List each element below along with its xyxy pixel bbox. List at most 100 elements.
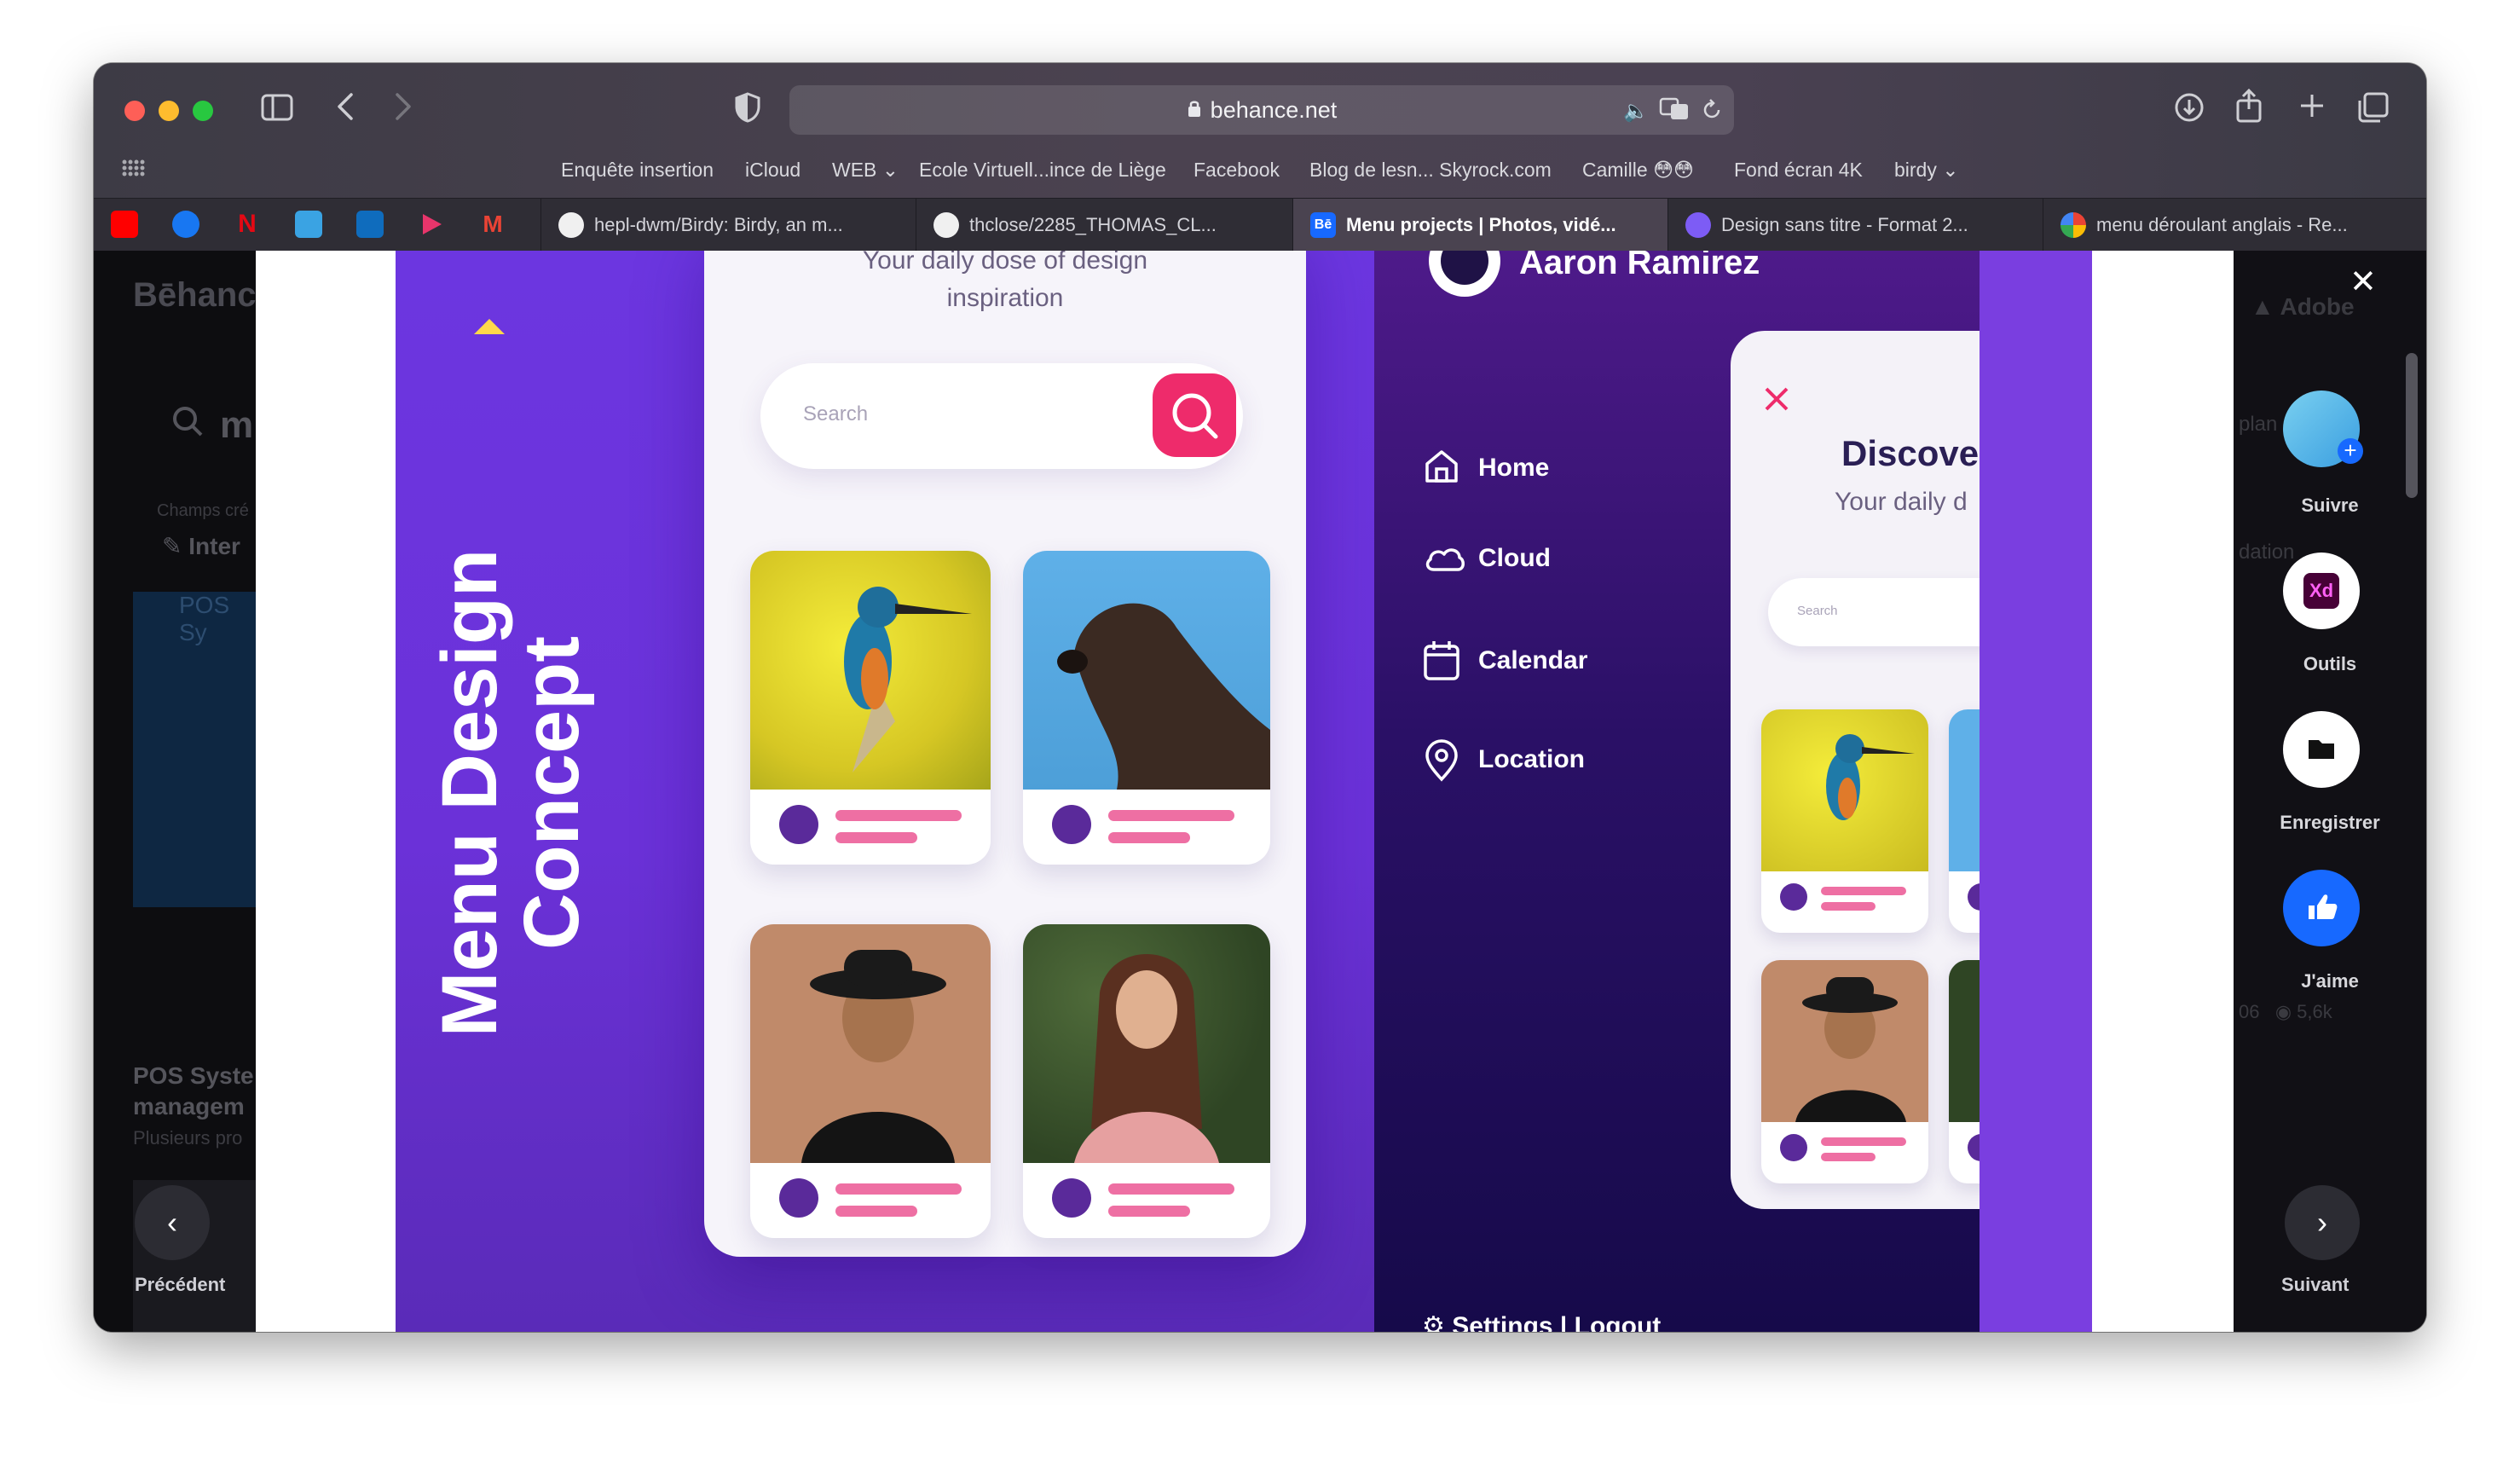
github-icon [558, 212, 584, 238]
man-illustration [801, 950, 955, 1163]
behance-icon: Bē [1310, 212, 1336, 238]
user-avatar [1429, 251, 1500, 297]
pinned-app-icon[interactable] [295, 211, 322, 238]
plus-icon: + [2338, 438, 2363, 464]
photo-card-small [1761, 709, 1928, 933]
project-title[interactable]: POS Syste managem [133, 1061, 261, 1122]
background-text-partial: dation [2239, 541, 2295, 564]
text-line-placeholder [1108, 832, 1190, 843]
adobe-text: Adobe [2280, 293, 2355, 320]
photo-card [750, 551, 991, 865]
address-bar[interactable]: behance.net 🔈 [789, 85, 1734, 135]
share-icon[interactable] [2235, 88, 2263, 128]
text-line-placeholder [835, 832, 917, 843]
browser-tab[interactable]: hepl-dwm/Birdy: Birdy, an m... [540, 199, 916, 252]
discover-title: Discove [1841, 433, 1980, 473]
zoom-window-button[interactable] [193, 101, 213, 121]
apps-grid-icon[interactable] [121, 159, 145, 187]
browser-tab[interactable]: thclose/2285_THOMAS_CL... [916, 199, 1293, 252]
man-illustration [1795, 977, 1906, 1122]
minimize-window-button[interactable] [159, 101, 179, 121]
tools-button[interactable]: Xd [2283, 553, 2360, 629]
sidebar-toggle-icon[interactable] [261, 94, 293, 126]
discover-search-placeholder: Search [1797, 604, 1838, 618]
woman-portrait-photo [1023, 924, 1270, 1163]
bookmark-item[interactable]: iCloud [745, 159, 801, 182]
close-modal-button[interactable]: ✕ [2349, 263, 2377, 301]
close-window-button[interactable] [124, 101, 145, 121]
settings-logout: ⚙ Settings | Logout [1422, 1311, 1661, 1332]
bookmark-item[interactable]: Ecole Virtuell...ince de Liège [919, 159, 1166, 182]
browser-tab[interactable]: menu déroulant anglais - Re... [2043, 199, 2426, 252]
avatar-dot [1780, 883, 1807, 911]
bookmark-item[interactable]: Facebook [1194, 159, 1280, 182]
photo-card [1023, 551, 1270, 865]
phone-mockup-search: Your daily dose of design inspiration Se… [704, 251, 1306, 1257]
gmail-icon[interactable]: M [479, 211, 506, 238]
forward-icon[interactable] [394, 92, 413, 126]
youtube-icon[interactable] [111, 211, 138, 238]
save-button[interactable] [2283, 711, 2360, 788]
facebook-icon[interactable] [172, 211, 199, 238]
address-text: behance.net [789, 97, 1734, 124]
bookmark-item[interactable]: Camille 😳😳 [1582, 159, 1694, 182]
text-line-placeholder [1108, 1183, 1234, 1195]
downloads-icon[interactable] [2174, 92, 2205, 128]
chevron-down-icon: ⌄ [881, 159, 899, 181]
bookmark-item[interactable]: Fond écran 4K [1734, 159, 1863, 182]
browser-toolbar: behance.net 🔈 Enquête insertion iCloud W… [94, 63, 2426, 252]
stats-likes: 06 [2239, 1001, 2260, 1022]
save-label: Enregistrer [2280, 812, 2380, 833]
avatar-dot [1052, 805, 1091, 844]
like-label: J'aime [2301, 970, 2359, 992]
new-tab-icon[interactable] [2298, 92, 2326, 124]
text-line-placeholder [1108, 810, 1234, 821]
triangle-icon [472, 317, 506, 340]
privacy-shield-icon[interactable] [735, 92, 760, 128]
browser-tab[interactable]: Design sans titre - Format 2... [1667, 199, 2043, 252]
photo-card-small [1761, 960, 1928, 1183]
next-button[interactable]: › [2285, 1185, 2360, 1260]
bookmark-folder-label: birdy [1894, 159, 1937, 181]
stats-views: 5,6k [2297, 1001, 2332, 1022]
thumbnail-caption: POS Sy [179, 592, 230, 645]
scrollbar-thumb[interactable] [2406, 353, 2418, 498]
back-icon[interactable] [336, 92, 355, 126]
artboard-edge [1980, 251, 2092, 1332]
translate-icon[interactable] [1659, 97, 1690, 125]
like-button[interactable] [2283, 870, 2360, 946]
next-label: Suivant [2281, 1274, 2349, 1295]
avatar-dot [779, 1178, 818, 1218]
background-search-text: m [220, 404, 254, 446]
browser-tab-active[interactable]: Bē Menu projects | Photos, vidé... [1292, 199, 1668, 252]
tab-bar: N M hepl-dwm/Birdy: Birdy, an m... thclo… [94, 198, 2426, 252]
kingfisher-illustration [1826, 734, 1915, 820]
dog-photo [1023, 551, 1270, 790]
follow-button[interactable]: + [2283, 391, 2363, 467]
search-icon[interactable] [171, 404, 205, 446]
follow-label: Suivre [2301, 495, 2359, 516]
close-icon [1763, 385, 1790, 417]
netflix-icon[interactable]: N [234, 211, 261, 238]
bookmark-folder[interactable]: WEB ⌄ [832, 159, 899, 182]
audio-playing-icon[interactable]: 🔈 [1623, 99, 1649, 124]
outlook-icon[interactable] [356, 211, 384, 238]
calendar-icon [1424, 641, 1459, 680]
background-text-partial: plan [2239, 413, 2278, 436]
lock-icon [1187, 99, 1202, 123]
location-pin-icon [1425, 739, 1458, 782]
previous-button[interactable]: ‹ [135, 1185, 210, 1260]
bookmark-item[interactable]: Blog de lesn... Skyrock.com [1309, 159, 1552, 182]
google-icon [2061, 212, 2086, 238]
man-portrait-photo [1761, 960, 1928, 1122]
search-icon [1172, 393, 1218, 439]
tab-overview-icon[interactable] [2358, 92, 2389, 128]
reload-icon[interactable] [1702, 99, 1722, 125]
bookmark-item[interactable]: Enquête insertion [561, 159, 714, 182]
discover-subtitle: Your daily d [1835, 488, 1968, 516]
project-thumbnail[interactable]: POS Sy [133, 592, 256, 907]
adobe-icon: ▲ [2251, 293, 2274, 320]
text-line-placeholder [1821, 1153, 1876, 1161]
play-icon[interactable] [418, 211, 445, 238]
bookmark-folder[interactable]: birdy ⌄ [1894, 159, 1959, 182]
